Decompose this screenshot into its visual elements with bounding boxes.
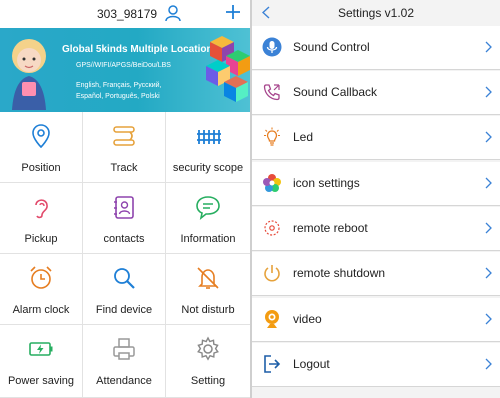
reboot-icon (264, 220, 280, 236)
power-icon (264, 265, 280, 282)
grid-label: security scope (172, 162, 244, 174)
magnifier-icon (114, 268, 135, 289)
grid-item-pickup[interactable]: Pickup (0, 183, 83, 254)
grid-label: Power saving (7, 375, 75, 387)
grid-item-information[interactable]: Information (166, 183, 250, 254)
logout-icon (264, 355, 281, 373)
settings-title: Settings v1.02 (337, 6, 415, 20)
grid-item-find-device[interactable]: Find device (83, 254, 166, 325)
grid-label: Find device (95, 304, 153, 316)
settings-item-sound-callback[interactable]: Sound Callback (252, 71, 500, 115)
settings-header: Settings v1.02 (252, 0, 500, 26)
device-id: 303_98179 (97, 7, 158, 21)
feature-grid: Position Track security scope Pickup con… (0, 112, 250, 398)
battery-icon (29, 342, 53, 356)
chat-bubble-icon (196, 196, 220, 220)
settings-screen: Settings v1.02 Sound Control Sound Callb… (252, 0, 500, 398)
grid-label: Alarm clock (12, 304, 70, 316)
grid-item-attendance[interactable]: Attendance (83, 325, 166, 398)
settings-item-label: video (293, 312, 322, 326)
banner-tech: GPS//WIFI/APGS/BeiDou/LBS (76, 62, 171, 69)
grid-item-security-scope[interactable]: security scope (166, 112, 250, 183)
chevron-right-icon (485, 267, 492, 279)
alarm-clock-icon (30, 266, 52, 289)
promo-banner[interactable]: Global 5kinds Multiple Location GPS//WIF… (0, 28, 250, 112)
grid-label: Setting (190, 375, 226, 387)
phone-callback-icon (263, 84, 280, 101)
grid-item-position[interactable]: Position (0, 112, 83, 183)
settings-item-label: Logout (293, 357, 330, 371)
home-header: 303_98179 (0, 0, 250, 28)
chevron-right-icon (485, 177, 492, 189)
child-photo-icon (12, 39, 46, 110)
ear-icon (35, 199, 48, 219)
settings-item-icon-settings[interactable]: icon settings (252, 162, 500, 206)
colored-cubes-icon (206, 36, 250, 102)
grid-label: Not disturb (181, 304, 235, 316)
grid-item-power-saving[interactable]: Power saving (0, 325, 83, 398)
chevron-right-icon (485, 86, 492, 98)
muted-bell-icon (197, 267, 219, 289)
home-screen: 303_98179 Global 5kinds Multiple Locatio… (0, 0, 250, 398)
color-wheel-icon (263, 174, 281, 192)
settings-item-led[interactable]: Led (252, 116, 500, 160)
chevron-right-icon (485, 131, 492, 143)
grid-label: Position (21, 162, 61, 174)
grid-item-setting[interactable]: Setting (166, 325, 250, 398)
settings-item-label: Sound Callback (293, 85, 378, 99)
add-icon[interactable] (224, 2, 242, 22)
settings-item-logout[interactable]: Logout (252, 343, 500, 387)
settings-item-sound-control[interactable]: Sound Control (252, 26, 500, 70)
banner-languages-2: Español, Português, Polski (76, 93, 160, 100)
location-pin-icon (32, 124, 50, 149)
settings-item-label: remote reboot (293, 221, 368, 235)
user-icon[interactable] (164, 4, 182, 22)
grid-label: Track (110, 162, 138, 174)
grid-label: Information (180, 233, 236, 245)
contacts-book-icon (114, 196, 134, 219)
settings-item-label: remote shutdown (293, 266, 386, 280)
track-route-icon (113, 126, 135, 146)
grid-item-contacts[interactable]: contacts (83, 183, 166, 254)
gear-icon (197, 336, 219, 361)
camera-icon (265, 310, 279, 328)
grid-label: contacts (103, 233, 145, 245)
chevron-right-icon (485, 313, 492, 325)
settings-item-label: icon settings (293, 176, 360, 190)
settings-item-video[interactable]: video (252, 298, 500, 342)
settings-item-remote-reboot[interactable]: remote reboot (252, 207, 500, 251)
settings-item-remote-shutdown[interactable]: remote shutdown (252, 252, 500, 296)
banner-languages-1: English, Français, Русский, (76, 82, 162, 89)
grid-item-track[interactable]: Track (83, 112, 166, 183)
chevron-right-icon (485, 222, 492, 234)
settings-item-label: Led (293, 130, 314, 144)
grid-item-alarm-clock[interactable]: Alarm clock (0, 254, 83, 325)
grid-label: Pickup (24, 233, 58, 245)
microphone-icon (262, 37, 282, 57)
banner-headline: Global 5kinds Multiple Location (62, 44, 213, 55)
printer-icon (113, 338, 135, 360)
grid-item-not-disturb[interactable]: Not disturb (166, 254, 250, 325)
chevron-right-icon (485, 41, 492, 53)
carousel-dots (232, 102, 247, 112)
grid-label: Attendance (96, 375, 152, 387)
chevron-right-icon (485, 358, 492, 370)
fence-icon (197, 130, 221, 144)
lightbulb-icon (264, 127, 280, 146)
settings-item-label: Sound Control (293, 40, 370, 54)
